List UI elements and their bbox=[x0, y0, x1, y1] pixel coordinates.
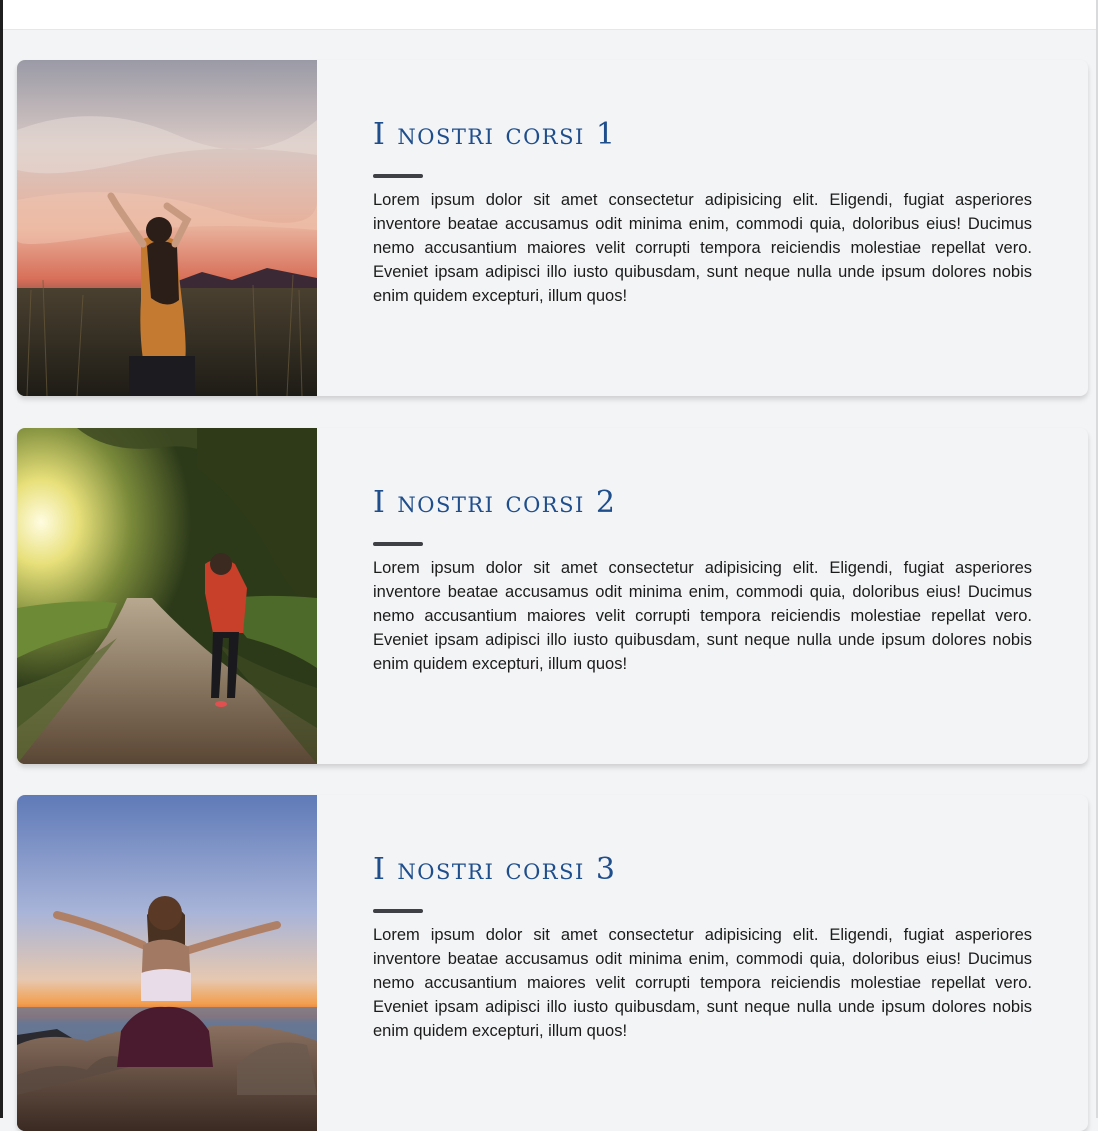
woman-arms-raised-field-sunset-photo bbox=[17, 60, 317, 396]
course-image-2 bbox=[17, 428, 317, 764]
course-title-2: I nostri corsi 2 bbox=[373, 485, 617, 520]
woman-walking-country-road-photo bbox=[17, 428, 317, 764]
title-divider-2 bbox=[373, 542, 423, 546]
course-title-3: I nostri corsi 3 bbox=[373, 852, 617, 887]
course-image-1 bbox=[17, 60, 317, 396]
top-bar bbox=[0, 0, 1098, 30]
courses-section: I nostri corsi 1 Lorem ipsum dolor sit a… bbox=[3, 30, 1096, 1131]
woman-arms-open-seaside-sunset-photo bbox=[17, 795, 317, 1131]
title-divider-1 bbox=[373, 174, 423, 178]
course-content-2: I nostri corsi 2 Lorem ipsum dolor sit a… bbox=[373, 428, 1032, 764]
course-description-3: Lorem ipsum dolor sit amet consectetur a… bbox=[373, 926, 1032, 1040]
course-content-1: I nostri corsi 1 Lorem ipsum dolor sit a… bbox=[373, 60, 1032, 396]
title-divider-3 bbox=[373, 909, 423, 913]
course-description-2: Lorem ipsum dolor sit amet consectetur a… bbox=[373, 559, 1032, 673]
course-card-2: I nostri corsi 2 Lorem ipsum dolor sit a… bbox=[17, 428, 1088, 764]
course-card-3: I nostri corsi 3 Lorem ipsum dolor sit a… bbox=[17, 795, 1088, 1131]
course-card-1: I nostri corsi 1 Lorem ipsum dolor sit a… bbox=[17, 60, 1088, 396]
course-title-1: I nostri corsi 1 bbox=[373, 117, 617, 152]
course-description-1: Lorem ipsum dolor sit amet consectetur a… bbox=[373, 191, 1032, 305]
course-image-3 bbox=[17, 795, 317, 1131]
course-content-3: I nostri corsi 3 Lorem ipsum dolor sit a… bbox=[373, 795, 1032, 1131]
